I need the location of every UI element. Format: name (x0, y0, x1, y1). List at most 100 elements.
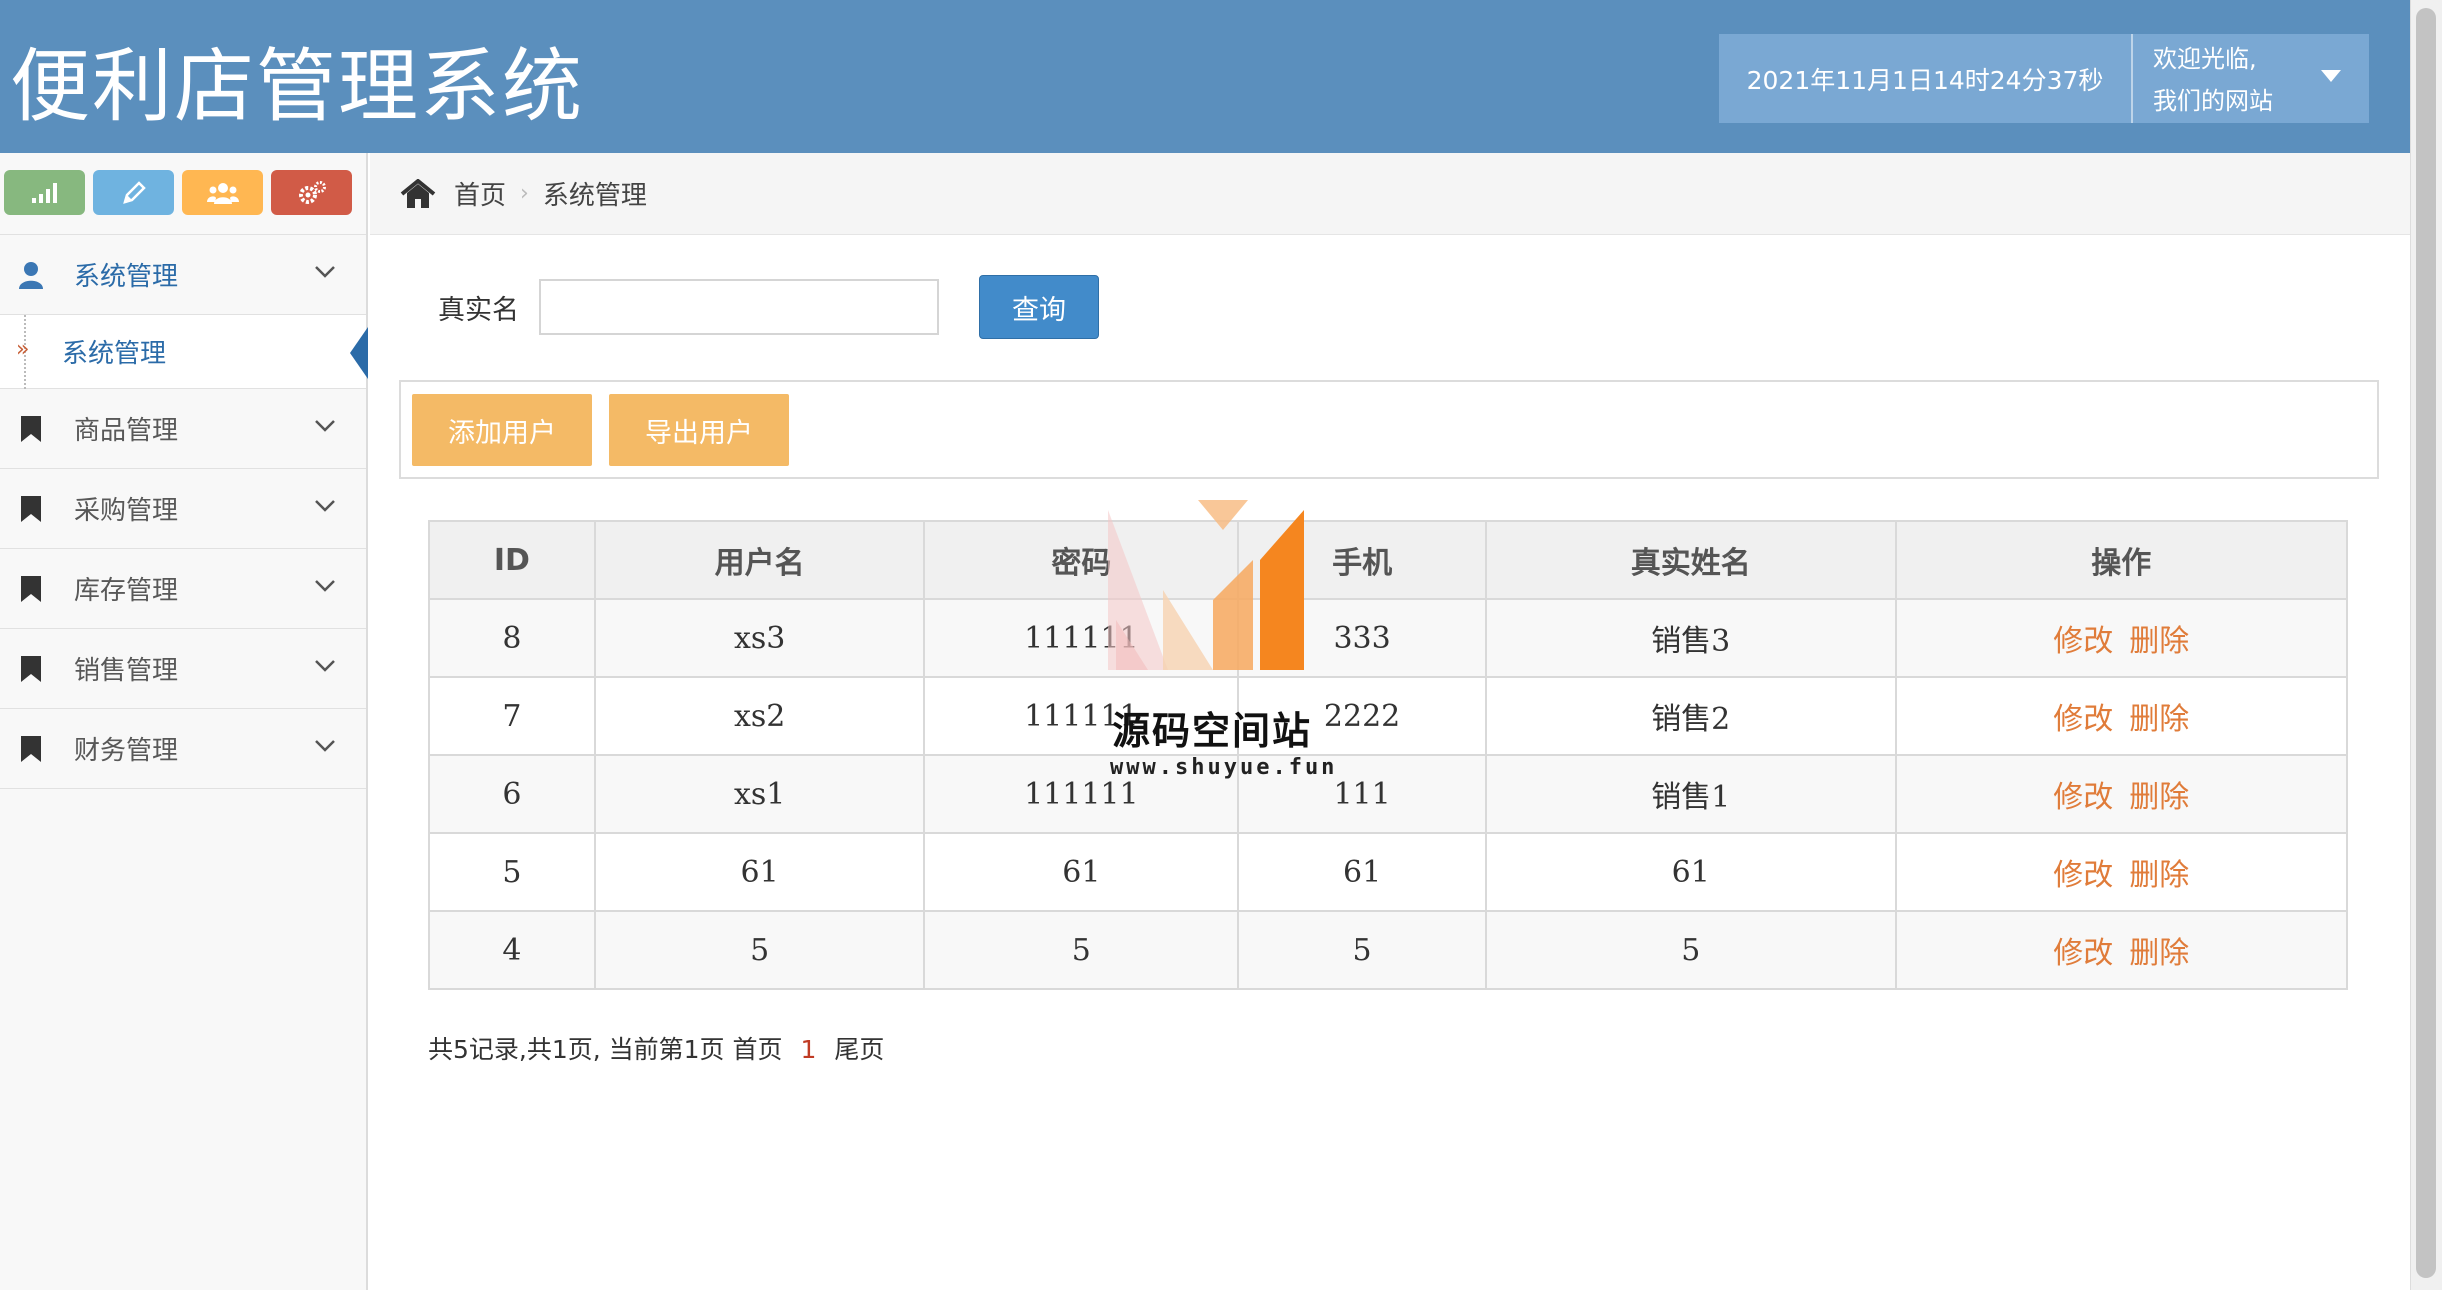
query-button[interactable]: 查询 (979, 275, 1099, 339)
table-row: 6 xs1 111111 111 销售1 修改 删除 (428, 754, 2348, 834)
sidebar-subitem-system[interactable]: » 系统管理 (0, 315, 368, 389)
delete-link[interactable]: 删除 (2129, 702, 2189, 737)
cell-realname: 销售1 (1484, 754, 1897, 834)
app-header: 便利店管理系统 2021年11月1日14时24分37秒 欢迎光临, 我们的网站 (0, 0, 2410, 153)
cell-id: 5 (428, 832, 596, 912)
pagination-summary: 共5记录,共1页, 当前第1页 (428, 1035, 725, 1064)
shortcut-pencil-button[interactable] (93, 170, 174, 215)
sidebar-item-label: 销售管理 (74, 656, 179, 686)
cell-phone: 5 (1237, 910, 1487, 990)
sidebar-item-finance[interactable]: 财务管理 (0, 709, 366, 789)
export-user-button[interactable]: 导出用户 (609, 394, 789, 466)
sidebar-item-label: 系统管理 (74, 262, 179, 292)
scrollbar-thumb[interactable] (2416, 8, 2436, 1278)
pagination-current-page[interactable]: 1 (800, 1035, 816, 1064)
edit-link[interactable]: 修改 (2053, 936, 2113, 971)
sidebar-subitem-label: 系统管理 (62, 339, 167, 369)
table-row: 4 5 5 5 5 修改 删除 (428, 910, 2348, 990)
shortcut-users-button[interactable] (182, 170, 263, 215)
sidebar-item-label: 库存管理 (74, 576, 179, 606)
cell-actions: 修改 删除 (1894, 832, 2348, 912)
delete-link[interactable]: 删除 (2129, 936, 2189, 971)
sidebar-item-label: 商品管理 (74, 416, 179, 446)
chevron-down-icon (315, 660, 335, 672)
sidebar-item-label: 财务管理 (74, 736, 179, 766)
cell-realname: 销售2 (1484, 676, 1897, 756)
cell-id: 6 (428, 754, 596, 834)
delete-link[interactable]: 删除 (2129, 780, 2189, 815)
pagination-last[interactable]: 尾页 (834, 1035, 884, 1064)
cell-username: xs3 (593, 598, 926, 678)
chevron-down-icon (315, 580, 335, 592)
cell-phone: 333 (1237, 598, 1487, 678)
delete-link[interactable]: 删除 (2129, 624, 2189, 659)
cogs-icon (298, 180, 326, 204)
cell-realname: 61 (1484, 832, 1897, 912)
user-menu-toggle[interactable]: 欢迎光临, 我们的网站 (2133, 34, 2369, 123)
chevron-down-icon (315, 266, 335, 278)
cell-id: 4 (428, 910, 596, 990)
search-form: 真实名 查询 (438, 275, 1099, 339)
sidebar-item-sales[interactable]: 销售管理 (0, 629, 366, 709)
cell-phone: 61 (1237, 832, 1487, 912)
shortcut-cogs-button[interactable] (271, 170, 352, 215)
datetime-display: 2021年11月1日14时24分37秒 (1719, 34, 2133, 123)
bookmark-icon (21, 415, 41, 442)
cell-actions: 修改 删除 (1894, 754, 2348, 834)
cell-password: 5 (923, 910, 1240, 990)
cell-actions: 修改 删除 (1894, 598, 2348, 678)
caret-down-icon (2321, 70, 2341, 82)
search-label: 真实名 (438, 294, 519, 326)
chevron-down-icon (315, 740, 335, 752)
cell-realname: 5 (1484, 910, 1897, 990)
edit-link[interactable]: 修改 (2053, 780, 2113, 815)
realname-search-input[interactable] (539, 279, 939, 335)
chevron-right-icon: › (520, 181, 529, 206)
column-header-phone: 手机 (1237, 520, 1487, 600)
active-pointer (350, 327, 368, 379)
sidebar-item-inventory[interactable]: 库存管理 (0, 549, 366, 629)
app-title: 便利店管理系统 (10, 40, 584, 133)
pagination: 共5记录,共1页, 当前第1页 首页 1 尾页 (428, 1030, 884, 1066)
shortcut-bar (0, 153, 366, 235)
add-user-button[interactable]: 添加用户 (412, 394, 592, 466)
sidebar-item-label: 采购管理 (74, 496, 179, 526)
home-icon[interactable] (400, 178, 436, 209)
cell-password: 61 (923, 832, 1240, 912)
cell-username: 61 (593, 832, 926, 912)
breadcrumb-home[interactable]: 首页 (454, 175, 506, 212)
vertical-scrollbar[interactable] (2410, 0, 2442, 1290)
shortcut-signal-button[interactable] (4, 170, 85, 215)
chevron-down-icon (315, 420, 335, 432)
column-header-realname: 真实姓名 (1484, 520, 1897, 600)
column-header-username: 用户名 (593, 520, 926, 600)
welcome-line2: 我们的网站 (2153, 87, 2273, 115)
column-header-password: 密码 (923, 520, 1240, 600)
table-row: 5 61 61 61 61 修改 删除 (428, 832, 2348, 912)
pagination-first[interactable]: 首页 (733, 1035, 783, 1064)
header-user-panel: 2021年11月1日14时24分37秒 欢迎光临, 我们的网站 (1719, 34, 2369, 123)
cell-password: 111111 (923, 598, 1240, 678)
bookmark-icon (21, 495, 41, 522)
sidebar-item-purchase[interactable]: 采购管理 (0, 469, 366, 549)
chevron-down-icon (315, 500, 335, 512)
cell-realname: 销售3 (1484, 598, 1897, 678)
table-row: 8 xs3 111111 333 销售3 修改 删除 (428, 598, 2348, 678)
watermark-url: www.shuyue.fun (1110, 755, 1338, 780)
edit-link[interactable]: 修改 (2053, 624, 2113, 659)
bookmark-icon (21, 735, 41, 762)
edit-link[interactable]: 修改 (2053, 858, 2113, 893)
delete-link[interactable]: 删除 (2129, 858, 2189, 893)
column-header-actions: 操作 (1894, 520, 2348, 600)
sidebar-item-system[interactable]: 系统管理 (0, 235, 366, 315)
user-table: ID 用户名 密码 手机 真实姓名 操作 8 xs3 111111 333 销售… (428, 520, 2348, 990)
sidebar: 系统管理 » 系统管理 商品管理 采购管理 库存管理 销售管理 财务管理 (0, 153, 368, 1290)
sidebar-item-goods[interactable]: 商品管理 (0, 389, 366, 469)
signal-icon (31, 182, 57, 203)
breadcrumb: 首页 › 系统管理 (370, 153, 2410, 235)
edit-link[interactable]: 修改 (2053, 702, 2113, 737)
cell-id: 7 (428, 676, 596, 756)
cell-username: 5 (593, 910, 926, 990)
user-icon (19, 261, 43, 289)
action-toolbar: 添加用户 导出用户 (399, 380, 2379, 479)
